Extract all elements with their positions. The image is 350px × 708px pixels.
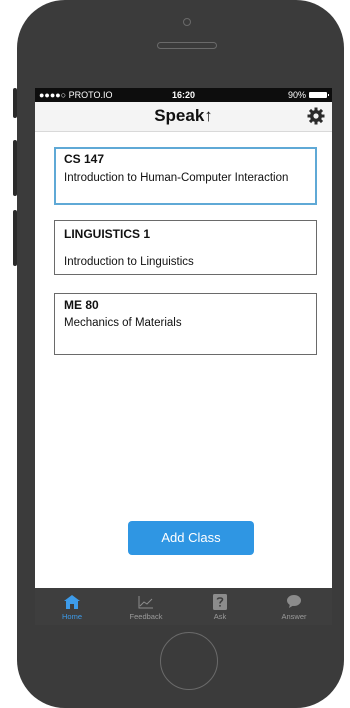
tab-bar: Home Feedback Ask Answer [35,588,332,625]
class-code: CS 147 [64,152,105,166]
class-code: ME 80 [64,298,99,312]
class-card[interactable]: ME 80 Mechanics of Materials [54,293,317,355]
volume-up-button [13,140,17,196]
class-name: Introduction to Linguistics [64,256,194,268]
status-bar: ●●●●○ PROTO.IO 16:20 90% [35,88,332,102]
gear-icon[interactable] [306,106,326,126]
class-card[interactable]: CS 147 Introduction to Human-Computer In… [54,147,317,205]
home-button[interactable] [160,632,218,690]
class-code: LINGUISTICS 1 [64,227,151,241]
battery-percent: 90% [287,90,306,100]
tab-home[interactable]: Home [35,588,109,625]
app-screen: ●●●●○ PROTO.IO 16:20 90% Speak↑ CS 147 I… [35,88,332,625]
tab-label: Ask [213,612,227,621]
app-title: Speak↑ [154,106,213,125]
nav-bar: Speak↑ [35,102,332,132]
class-card[interactable]: LINGUISTICS 1 Introduction to Linguistic… [54,220,317,275]
question-icon [213,594,227,610]
tab-label: Answer [281,612,307,621]
camera-dot [183,18,191,26]
tab-ask[interactable]: Ask [183,588,257,625]
add-class-button[interactable]: Add Class [128,521,254,555]
class-name: Mechanics of Materials [64,317,182,329]
tab-feedback[interactable]: Feedback [109,588,183,625]
battery-indicator: 90% [287,88,329,102]
mute-switch [13,88,17,118]
battery-icon [309,92,329,98]
class-name: Introduction to Human-Computer Interacti… [64,172,289,184]
volume-down-button [13,210,17,266]
speech-bubble-icon [287,595,301,608]
chart-icon [138,596,153,609]
tab-answer[interactable]: Answer [257,588,331,625]
tab-label: Home [61,612,82,621]
earpiece-speaker [157,42,217,49]
home-icon [64,595,80,609]
tab-label: Feedback [129,612,163,621]
